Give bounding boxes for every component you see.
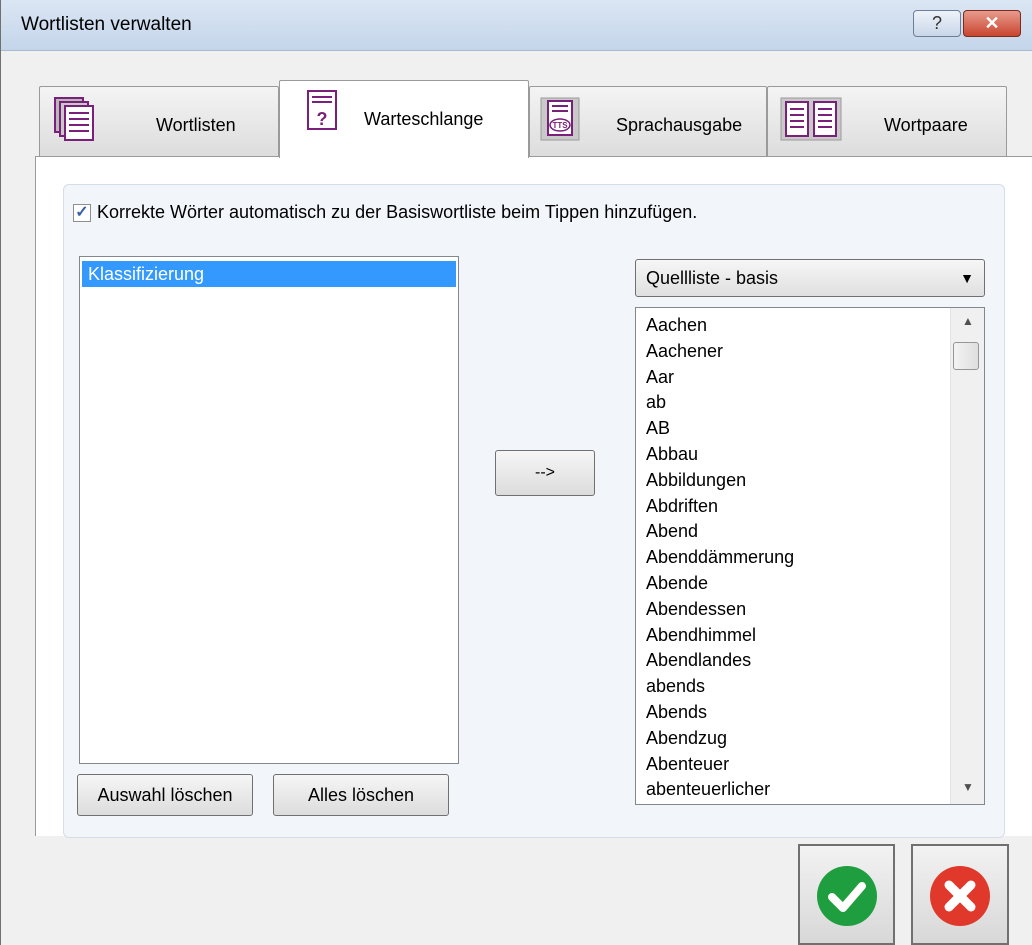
- list-item[interactable]: Aar: [646, 364, 674, 390]
- clear-all-button[interactable]: Alles löschen: [273, 774, 449, 816]
- list-item[interactable]: Abendlandes: [646, 647, 751, 673]
- list-item[interactable]: Abend: [646, 518, 698, 544]
- list-item[interactable]: Abenteuer: [646, 751, 729, 777]
- cancel-x-icon: [930, 866, 990, 926]
- tab-label: Wortlisten: [156, 115, 236, 135]
- help-button[interactable]: ?: [913, 10, 961, 37]
- svg-text:?: ?: [317, 109, 328, 129]
- list-item[interactable]: Abendhimmel: [646, 622, 756, 648]
- list-item[interactable]: ab: [646, 389, 666, 415]
- ok-button[interactable]: [798, 844, 895, 945]
- tab-warteschlange[interactable]: ? Warteschlange: [279, 80, 529, 158]
- tts-document-icon: TTS: [540, 97, 580, 141]
- tab-label: Sprachausgabe: [616, 115, 743, 135]
- tab-label: Wortpaare: [884, 115, 968, 135]
- list-item[interactable]: Abdriften: [646, 493, 718, 519]
- chevron-down-icon: ▼: [960, 270, 974, 286]
- list-item[interactable]: Abenddämmerung: [646, 544, 794, 570]
- list-item[interactable]: Abendzug: [646, 725, 727, 751]
- list-item[interactable]: Abends: [646, 699, 707, 725]
- list-item[interactable]: abends: [646, 673, 705, 699]
- auto-add-checkbox[interactable]: ✓: [73, 204, 91, 222]
- scroll-up-icon[interactable]: ▲: [951, 314, 984, 332]
- auto-add-label[interactable]: Korrekte Wörter automatisch zu der Basis…: [97, 202, 697, 223]
- word-pairs-icon: [780, 97, 842, 141]
- clear-selection-button[interactable]: Auswahl löschen: [77, 774, 253, 816]
- list-document-icon: [54, 97, 94, 141]
- transfer-button[interactable]: -->: [495, 450, 595, 496]
- title-bar[interactable]: Wortlisten verwalten ? ✕: [1, 0, 1032, 51]
- scroll-down-icon[interactable]: ▼: [951, 780, 984, 798]
- scroll-thumb[interactable]: [953, 342, 979, 370]
- window-title: Wortlisten verwalten: [21, 14, 192, 35]
- tab-label: Warteschlange: [364, 109, 484, 129]
- list-item[interactable]: Klassifizierung: [82, 261, 456, 287]
- dialog-window: Wortlisten verwalten ? ✕ Wortlisten ? Wa…: [0, 0, 1032, 945]
- list-item[interactable]: Abbildungen: [646, 467, 746, 493]
- tab-wortlisten[interactable]: Wortlisten: [39, 86, 279, 158]
- question-document-icon: ?: [307, 90, 337, 130]
- list-item[interactable]: Abende: [646, 570, 708, 596]
- source-word-list[interactable]: Aachen Aachener Aar ab AB Abbau Abbildungen Abd…: [635, 307, 985, 805]
- svg-text:TTS: TTS: [552, 121, 568, 130]
- cancel-button[interactable]: [911, 844, 1009, 945]
- word-list-scrollbar[interactable]: ▲ ▼: [950, 308, 984, 804]
- source-list-select[interactable]: Quellliste - basis ▼: [635, 259, 985, 297]
- list-item[interactable]: abenteuerlicher: [646, 776, 770, 802]
- list-item[interactable]: AB: [646, 415, 670, 441]
- list-item[interactable]: Abendessen: [646, 596, 746, 622]
- close-button[interactable]: ✕: [963, 10, 1021, 37]
- source-list-value: Quellliste - basis: [646, 268, 779, 288]
- list-item[interactable]: Aachener: [646, 338, 723, 364]
- list-item[interactable]: Aachen: [646, 312, 707, 338]
- tab-wortpaare[interactable]: Wortpaare: [767, 86, 1007, 158]
- tab-sprachausgabe[interactable]: TTS Sprachausgabe: [529, 86, 767, 158]
- checkmark-icon: [816, 866, 877, 926]
- list-item[interactable]: Abbau: [646, 441, 698, 467]
- queue-listbox[interactable]: Klassifizierung: [79, 256, 459, 764]
